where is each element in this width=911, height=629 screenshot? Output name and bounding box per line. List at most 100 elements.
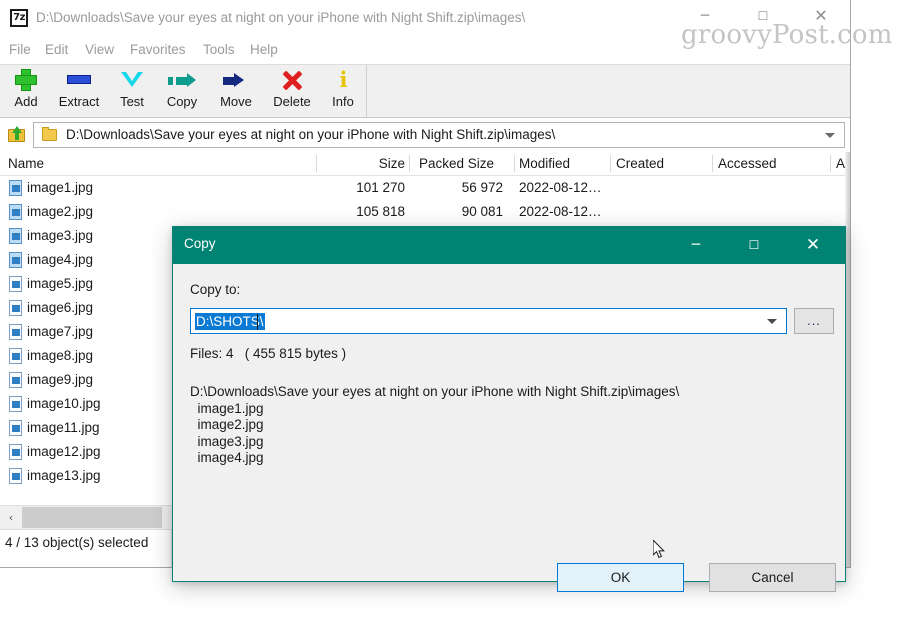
scroll-left-icon[interactable]: ‹ <box>0 506 22 529</box>
up-one-level-icon[interactable] <box>5 123 29 147</box>
copy-arrow-icon <box>156 67 208 93</box>
text-caret <box>257 314 258 330</box>
copy-to-label: Copy to: <box>190 282 241 297</box>
column-header-created[interactable]: Created <box>616 152 706 175</box>
toolbar-divider <box>366 65 367 117</box>
menubar: File Edit View Favorites Tools Help <box>0 38 850 62</box>
table-row[interactable]: image1.jpg 101 270 56 972 2022-08-12… <box>0 176 850 200</box>
minimize-icon[interactable]: ─ <box>682 0 728 32</box>
scrollbar-thumb[interactable] <box>22 507 162 528</box>
menu-item-view[interactable]: View <box>85 38 114 62</box>
dialog-body: Copy to: D:\SHOTS\ ... Files: 4 ( 455 81… <box>173 264 845 592</box>
toolbar-label-copy: Copy <box>166 94 198 109</box>
destination-path-value: D:\SHOTS\ <box>195 313 265 330</box>
file-name: image12.jpg <box>27 444 101 459</box>
file-name: image3.jpg <box>27 228 94 243</box>
toolbar-button-add[interactable]: Add <box>2 67 50 115</box>
toolbar-button-info[interactable]: i Info <box>320 67 366 115</box>
toolbar-button-delete[interactable]: Delete <box>264 67 320 115</box>
move-arrow-icon <box>208 67 264 93</box>
toolbar-button-test[interactable]: Test <box>108 67 156 115</box>
toolbar-label-test: Test <box>120 94 144 109</box>
jpg-file-icon <box>9 372 22 388</box>
file-name: image1.jpg <box>27 180 94 195</box>
jpg-file-icon <box>9 444 22 460</box>
dialog-maximize-icon[interactable]: ☐ <box>731 227 777 264</box>
jpg-file-icon <box>9 348 22 364</box>
file-name: image10.jpg <box>27 396 101 411</box>
addressbar: D:\Downloads\Save your eyes at night on … <box>0 120 850 150</box>
dialog-minimize-icon[interactable]: ─ <box>673 227 719 264</box>
file-name: image6.jpg <box>27 300 94 315</box>
destination-path-combobox[interactable]: D:\SHOTS\ <box>190 308 787 334</box>
chevron-down-icon[interactable] <box>767 319 777 324</box>
menu-item-tools[interactable]: Tools <box>203 38 235 62</box>
chevron-down-icon[interactable] <box>825 133 835 138</box>
dialog-close-icon[interactable]: ✕ <box>790 227 836 264</box>
column-header-name[interactable]: Name <box>8 152 308 175</box>
toolbar-label-add: Add <box>14 94 38 109</box>
file-name: image2.jpg <box>27 204 94 219</box>
maximize-icon[interactable]: ☐ <box>740 0 786 32</box>
file-packed: 90 081 <box>461 204 503 219</box>
file-listing: D:\Downloads\Save your eyes at night on … <box>190 384 680 465</box>
file-name: image8.jpg <box>27 348 94 363</box>
jpg-file-icon <box>9 468 22 484</box>
extract-bar-icon <box>50 67 108 93</box>
copy-dialog: Copy ─ ☐ ✕ Copy to: D:\SHOTS\ ... Files:… <box>172 226 846 592</box>
toolbar-label-move: Move <box>220 94 252 109</box>
browse-button[interactable]: ... <box>794 308 834 334</box>
file-modified: 2022-08-12… <box>519 204 602 219</box>
status-text: 4 / 13 object(s) selected <box>5 535 149 550</box>
toolbar-label-extract: Extract <box>58 94 100 109</box>
file-packed: 56 972 <box>461 180 503 195</box>
ok-button[interactable]: OK <box>557 563 684 592</box>
path-combobox[interactable]: D:\Downloads\Save your eyes at night on … <box>33 122 845 148</box>
toolbar-button-copy[interactable]: Copy <box>156 67 208 115</box>
jpg-file-icon <box>9 228 22 244</box>
column-header-accessed[interactable]: Accessed <box>718 152 818 175</box>
column-header-modified[interactable]: Modified <box>519 152 609 175</box>
delete-x-icon <box>264 67 320 93</box>
browse-button-label: ... <box>807 313 821 328</box>
window-titlebar: 7z D:\Downloads\Save your eyes at night … <box>0 0 850 36</box>
jpg-file-icon <box>9 324 22 340</box>
toolbar-button-extract[interactable]: Extract <box>50 67 108 115</box>
close-icon[interactable]: ✕ <box>798 0 844 32</box>
plus-icon <box>2 67 50 93</box>
chevron-down-icon <box>108 67 156 93</box>
jpg-file-icon <box>9 420 22 436</box>
seven-zip-app-icon: 7z <box>10 9 28 27</box>
file-size: 101 270 <box>356 180 405 195</box>
jpg-file-icon <box>9 180 22 196</box>
jpg-file-icon <box>9 252 22 268</box>
toolbar-label-delete: Delete <box>273 94 311 109</box>
path-text: D:\Downloads\Save your eyes at night on … <box>66 127 556 142</box>
toolbar: Add Extract Test Copy Move Delete i Info <box>0 64 850 118</box>
menu-item-file[interactable]: File <box>9 38 31 62</box>
jpg-file-icon <box>9 204 22 220</box>
menu-item-edit[interactable]: Edit <box>45 38 68 62</box>
toolbar-label-info: Info <box>332 94 354 109</box>
menu-item-favorites[interactable]: Favorites <box>130 38 186 62</box>
column-header-size[interactable]: Size <box>320 152 405 175</box>
file-size: 105 818 <box>356 204 405 219</box>
window-title: D:\Downloads\Save your eyes at night on … <box>36 10 526 25</box>
table-row[interactable]: image2.jpg 105 818 90 081 2022-08-12… <box>0 200 850 224</box>
files-summary: Files: 4 ( 455 815 bytes ) <box>190 346 347 361</box>
toolbar-button-move[interactable]: Move <box>208 67 264 115</box>
file-name: image13.jpg <box>27 468 101 483</box>
file-name: image5.jpg <box>27 276 94 291</box>
jpg-file-icon <box>9 396 22 412</box>
dialog-titlebar: Copy ─ ☐ ✕ <box>173 227 845 264</box>
file-name: image7.jpg <box>27 324 94 339</box>
file-name: image11.jpg <box>27 420 100 435</box>
dialog-title: Copy <box>184 236 216 251</box>
info-icon: i <box>339 67 348 92</box>
jpg-file-icon <box>9 300 22 316</box>
menu-item-help[interactable]: Help <box>250 38 278 62</box>
column-header-packed-size[interactable]: Packed Size <box>419 152 509 175</box>
file-name: image4.jpg <box>27 252 94 267</box>
folder-icon <box>42 127 57 141</box>
cancel-button[interactable]: Cancel <box>709 563 836 592</box>
